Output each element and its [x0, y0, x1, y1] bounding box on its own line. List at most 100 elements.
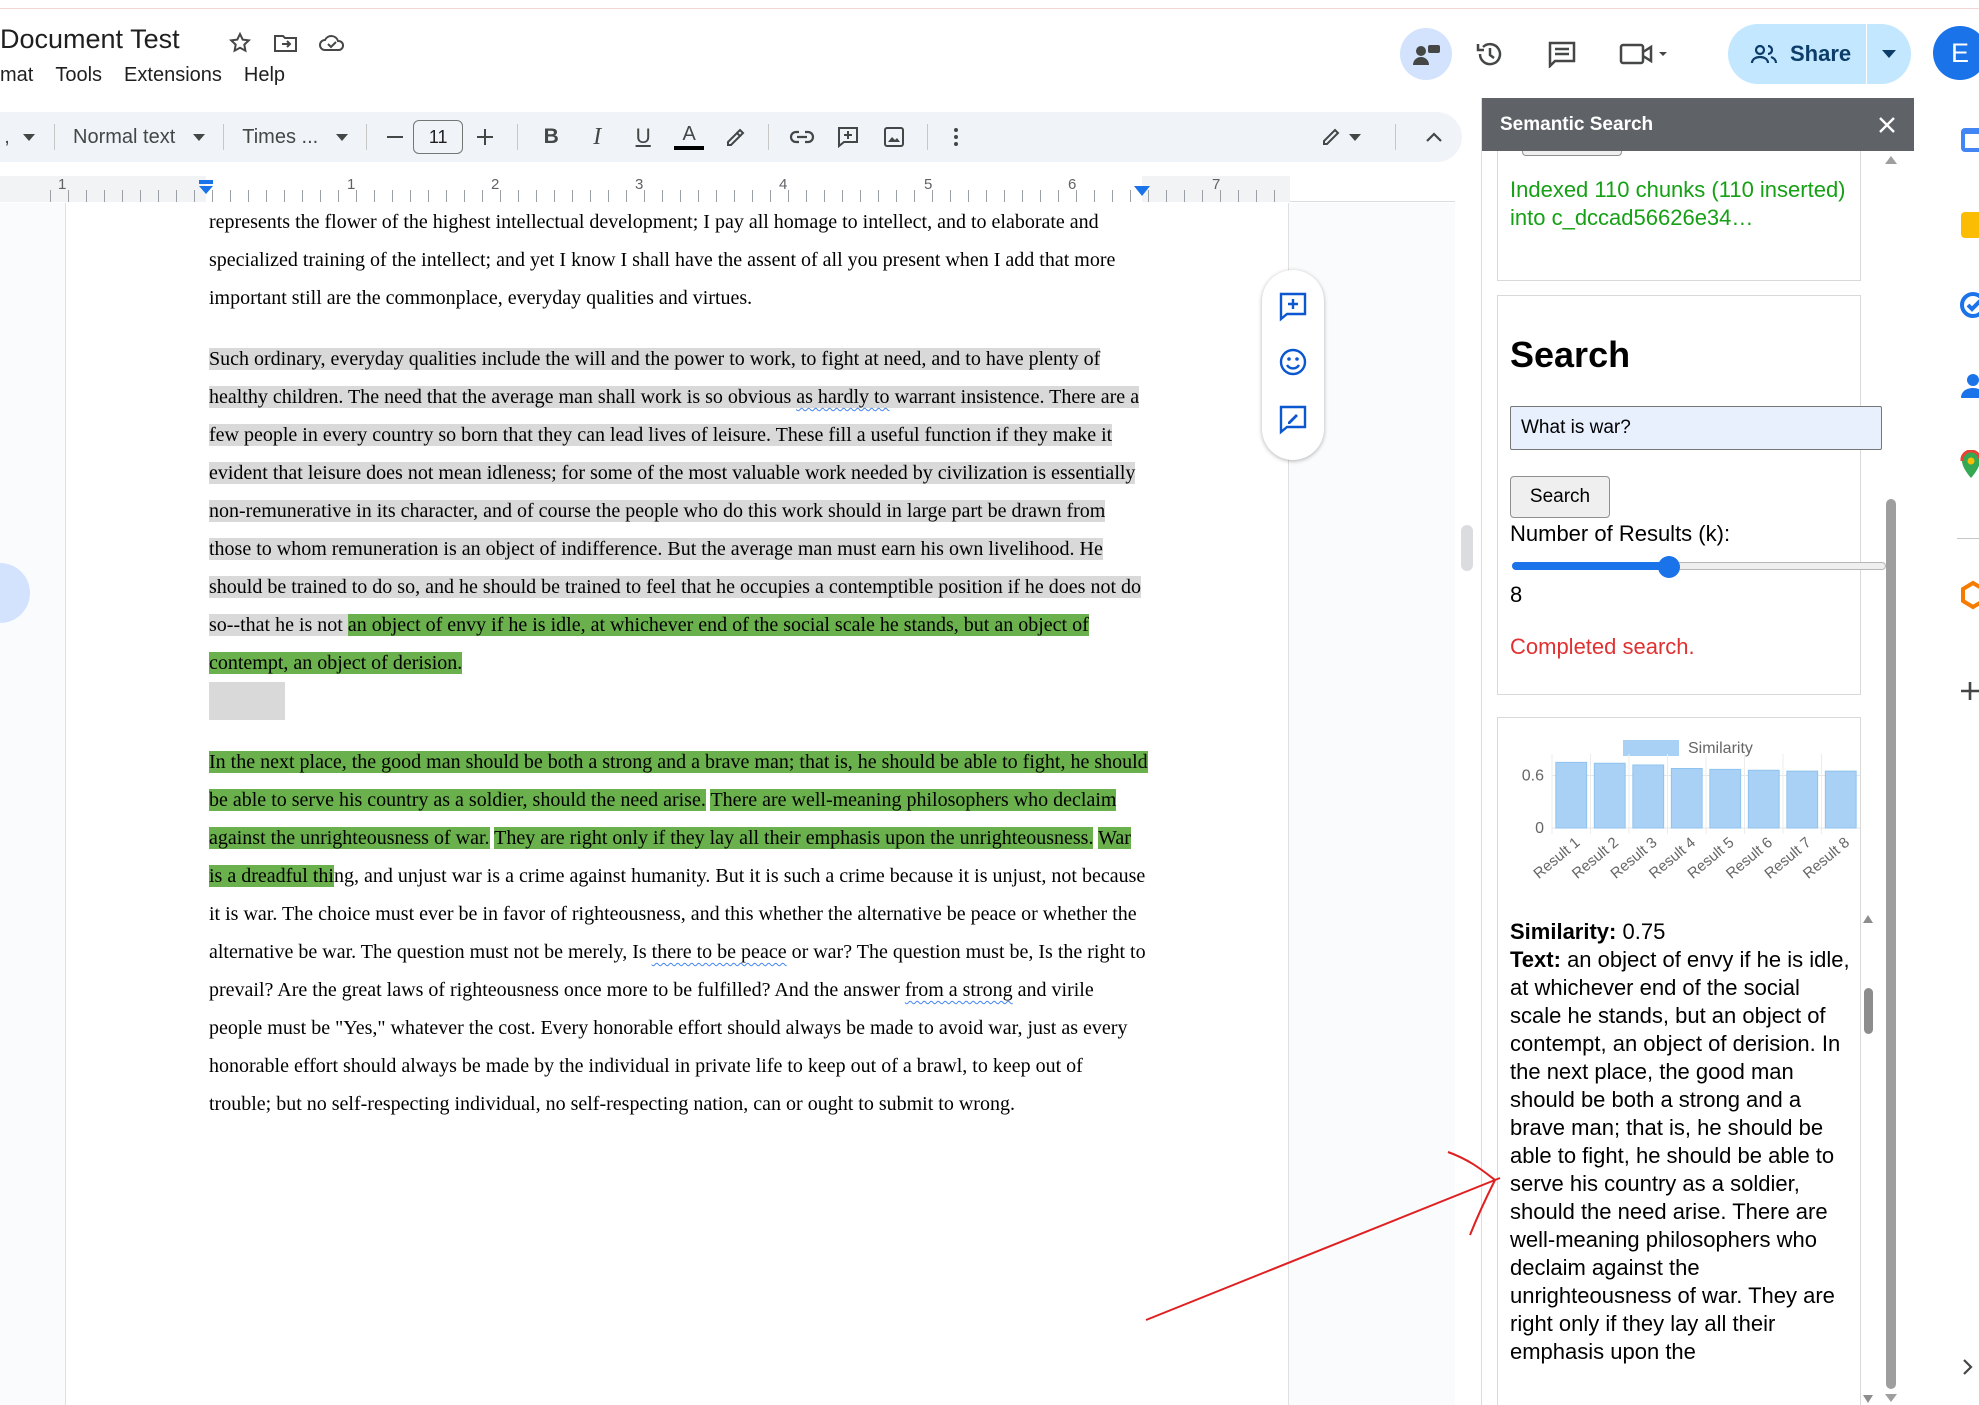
index-status-text: Indexed 110 chunks (110 inserted) into c…	[1510, 177, 1846, 230]
y-tick-label: 0.6	[1522, 768, 1544, 785]
font-size-input[interactable]: 11	[413, 120, 464, 154]
suggest-edits-icon[interactable]	[1277, 403, 1309, 440]
calendar-icon[interactable]	[1959, 126, 1979, 156]
similarity-value: 0.75	[1622, 919, 1666, 944]
toolbar-separator	[1395, 124, 1396, 150]
editing-mode-icon[interactable]	[1311, 117, 1371, 157]
meet-icon[interactable]	[1612, 28, 1676, 80]
comments-icon[interactable]	[1536, 28, 1588, 80]
share-button[interactable]: Share	[1728, 24, 1911, 84]
keep-icon[interactable]	[1959, 210, 1979, 240]
tasks-icon[interactable]	[1959, 290, 1979, 320]
right-indent-marker-icon[interactable]	[1133, 186, 1151, 198]
results-card: Similarity 0.6 0 Result 1 Result 2 Result 3 Re…	[1497, 717, 1873, 1405]
ruler-number: 4	[779, 176, 788, 193]
menu-tools[interactable]: Tools	[55, 64, 102, 87]
move-folder-icon[interactable]	[268, 28, 304, 58]
bold-icon[interactable]: B	[528, 117, 574, 157]
title-actions	[222, 28, 350, 58]
menu-format[interactable]: mat	[0, 64, 33, 87]
font-family-label: Times ...	[242, 125, 319, 148]
close-icon[interactable]	[1878, 116, 1896, 134]
document-title[interactable]: Document Test	[0, 24, 180, 55]
more-options-icon[interactable]	[938, 117, 974, 157]
addon-icon[interactable]	[1959, 580, 1979, 610]
index-button[interactable]	[1522, 151, 1622, 156]
search-heading: Search	[1510, 334, 1631, 375]
people-icon	[1750, 44, 1778, 64]
decrease-font-size-icon[interactable]	[377, 117, 413, 157]
grammar-suggestion[interactable]: there to be peace	[652, 941, 787, 963]
grammar-suggestion[interactable]: from a strong	[905, 979, 1013, 1001]
scroll-up-icon[interactable]	[1862, 914, 1874, 924]
ruler-number: 6	[1068, 176, 1077, 193]
slider-thumb[interactable]	[1658, 556, 1681, 578]
outline-toggle[interactable]	[0, 563, 30, 623]
grammar-suggestion[interactable]: as hardly to	[796, 386, 890, 408]
document-body[interactable]: represents the flower of the highest int…	[209, 203, 1149, 1146]
bar	[1786, 770, 1819, 829]
search-card: Search What is war? Search Number of Res…	[1497, 295, 1886, 695]
increase-font-size-icon[interactable]	[463, 117, 507, 157]
cloud-status-icon[interactable]	[314, 28, 350, 58]
menu-help[interactable]: Help	[244, 64, 285, 87]
toolbar-separator	[517, 124, 519, 150]
expand-panel-icon[interactable]	[1961, 1358, 1975, 1376]
search-button[interactable]: Search	[1510, 476, 1610, 518]
version-history-icon[interactable]	[1464, 28, 1516, 80]
text-label: Text:	[1510, 947, 1561, 972]
results-scroll-thumb[interactable]	[1864, 988, 1873, 1034]
similarity-chart: Similarity0.60Result 1Result 2Result 3Re…	[1522, 740, 1860, 882]
bar	[1824, 770, 1857, 829]
document-scrollbar[interactable]	[1461, 525, 1473, 571]
ruler-ticks	[50, 190, 1290, 202]
emoji-reaction-icon[interactable]	[1277, 346, 1309, 383]
left-indent-marker-icon[interactable]	[197, 180, 215, 198]
contacts-icon[interactable]	[1959, 370, 1979, 400]
text-line: Text: an object of envy if he is idle, a…	[1510, 946, 1850, 1366]
italic-icon[interactable]: I	[574, 117, 620, 157]
search-query-input[interactable]: What is war?	[1510, 406, 1882, 450]
paragraph-style-label: Normal text	[73, 125, 176, 148]
collapse-menus-icon[interactable]	[1406, 117, 1462, 157]
add-comment-icon[interactable]	[1277, 290, 1309, 327]
scroll-down-icon[interactable]	[1884, 1393, 1898, 1403]
panel-scrollbar[interactable]	[1880, 151, 1900, 1405]
bar	[1555, 761, 1588, 829]
account-avatar[interactable]: E	[1933, 26, 1979, 80]
text-color-icon[interactable]: A	[666, 117, 712, 157]
panel-scroll-thumb[interactable]	[1886, 499, 1896, 1389]
zoom-fragment[interactable]: ,	[0, 117, 14, 157]
gemini-chat-icon[interactable]	[1400, 28, 1452, 80]
toolbar-separator	[768, 124, 770, 150]
maps-icon[interactable]	[1959, 450, 1979, 480]
add-comment-icon[interactable]	[825, 117, 871, 157]
horizontal-ruler[interactable]: 1 1 2 3 4 5 6 7	[0, 176, 1455, 202]
share-dropdown-icon[interactable]	[1867, 50, 1911, 58]
paragraph-3: In the next place, the good man should b…	[209, 743, 1149, 1123]
docs-header: Document Test mat Tools Extensions Help	[0, 0, 1979, 95]
toolbar-separator	[223, 124, 225, 150]
rail-divider	[1957, 538, 1979, 539]
zoom-dropdown-icon[interactable]	[14, 117, 44, 157]
scroll-down-icon[interactable]	[1862, 1394, 1874, 1404]
menu-extensions[interactable]: Extensions	[124, 64, 222, 87]
underline-icon[interactable]: U	[620, 117, 666, 157]
insert-image-icon[interactable]	[871, 117, 917, 157]
bar	[1632, 764, 1665, 829]
highlight-pen-icon[interactable]	[712, 117, 758, 157]
results-scrollbar[interactable]	[1860, 914, 1876, 1404]
paragraph-style-select[interactable]: Normal text	[65, 117, 213, 157]
share-main-button[interactable]: Share	[1728, 41, 1866, 67]
floating-action-bar	[1262, 270, 1324, 460]
similarity-line: Similarity: 0.75	[1510, 918, 1850, 946]
result-text: an object of envy if he is idle, at whic…	[1510, 947, 1850, 1364]
side-apps-rail	[1915, 98, 1979, 1405]
star-icon[interactable]	[222, 28, 258, 58]
get-addons-icon[interactable]	[1959, 680, 1979, 702]
scroll-up-icon[interactable]	[1884, 155, 1898, 165]
font-family-select[interactable]: Times ...	[234, 117, 356, 157]
ruler-number: 3	[635, 176, 644, 193]
insert-link-icon[interactable]	[779, 117, 825, 157]
k-slider[interactable]	[1512, 556, 1886, 578]
